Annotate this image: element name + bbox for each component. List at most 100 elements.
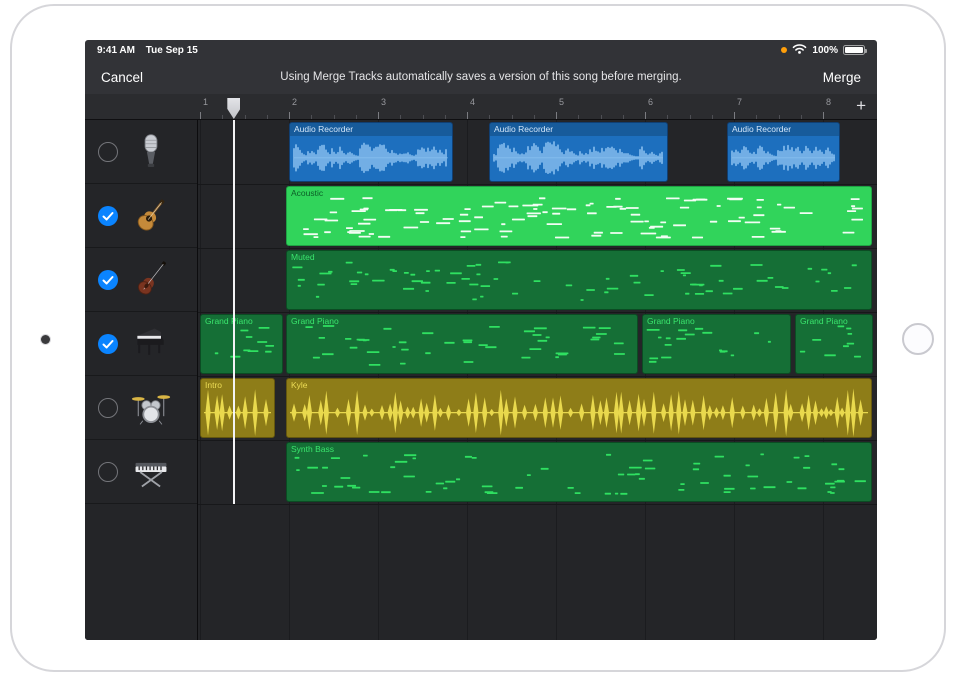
tracks-view: + 12345678 Audio RecorderAudio RecorderA… [85, 94, 877, 640]
status-date: Tue Sep 15 [146, 45, 198, 56]
region-grand-piano[interactable]: Grand Piano [200, 314, 283, 374]
region-label: Muted [291, 252, 315, 262]
measure-number: 2 [292, 97, 297, 107]
ruler-tick [489, 115, 490, 119]
ruler-tick [556, 112, 557, 119]
ruler-tick [779, 115, 780, 119]
waveform-graphic [287, 379, 871, 437]
ruler-tick [667, 115, 668, 119]
drums-icon [129, 386, 173, 430]
measure-number: 3 [381, 97, 386, 107]
track-row-divider [198, 248, 877, 249]
status-time: 9:41 AM Tue Sep 15 [97, 45, 206, 56]
home-button[interactable] [902, 323, 934, 355]
merge-header: Cancel Using Merge Tracks automatically … [85, 60, 877, 94]
merge-button[interactable]: Merge [823, 70, 861, 85]
measure-number: 8 [826, 97, 831, 107]
ruler-tick [245, 115, 246, 119]
ruler-tick [400, 115, 401, 119]
ruler-tick [467, 112, 468, 119]
track-select-checkbox[interactable] [98, 270, 118, 290]
midi-notes-graphic [287, 251, 871, 309]
track-header-keyboard[interactable] [85, 440, 197, 504]
track-header-grand-piano[interactable] [85, 312, 197, 376]
bass-guitar-icon [129, 258, 173, 302]
track-lanes: Audio Recorder Audio Recorder Audio Record… [198, 120, 877, 640]
region-audio-recorder[interactable]: Audio Recorder [727, 122, 840, 182]
measure-number: 1 [203, 97, 208, 107]
region-grand-piano[interactable]: Grand Piano [642, 314, 791, 374]
ruler-tick [801, 115, 802, 119]
ruler-tick [734, 112, 735, 119]
midi-notes-graphic [287, 315, 637, 373]
battery-icon [843, 45, 865, 55]
ruler-tick [690, 115, 691, 119]
region-grand-piano[interactable]: Grand Piano [286, 314, 638, 374]
ruler-tick [601, 115, 602, 119]
region-kyle[interactable]: Kyle [286, 378, 872, 438]
ipad-frame: 9:41 AM Tue Sep 15 100% Cancel Using Mer… [10, 4, 946, 672]
playhead[interactable] [233, 120, 235, 504]
ruler-tick [267, 115, 268, 119]
timeline-ruler[interactable]: + 1 2 3 4 5 6 7 8 [85, 94, 877, 120]
ruler-tick [645, 112, 646, 119]
ruler-tick [378, 112, 379, 119]
region-label: Intro [205, 380, 222, 390]
cancel-button[interactable]: Cancel [101, 70, 143, 85]
track-header-acoustic-guitar[interactable] [85, 184, 197, 248]
acoustic-guitar-icon [129, 194, 173, 238]
region-grand-piano[interactable]: Grand Piano [795, 314, 873, 374]
track-select-checkbox[interactable] [98, 206, 118, 226]
region-audio-recorder[interactable]: Audio Recorder [489, 122, 668, 182]
measure-number: 6 [648, 97, 653, 107]
wifi-icon [792, 43, 807, 57]
track-select-checkbox[interactable] [98, 462, 118, 482]
ruler-tick [311, 115, 312, 119]
status-bar: 9:41 AM Tue Sep 15 100% [85, 40, 877, 60]
keyboard-icon [129, 450, 173, 494]
region-label: Synth Bass [291, 444, 334, 454]
front-camera-icon [41, 335, 50, 344]
ruler-tick [823, 112, 824, 119]
region-muted[interactable]: Muted [286, 250, 872, 310]
measure-number: 5 [559, 97, 564, 107]
region-label: Grand Piano [800, 316, 848, 326]
microphone-in-use-icon [781, 47, 787, 53]
ruler-tick [222, 115, 223, 119]
track-select-checkbox[interactable] [98, 334, 118, 354]
ruler-tick [423, 115, 424, 119]
measure-number: 7 [737, 97, 742, 107]
region-intro[interactable]: Intro [200, 378, 275, 438]
ruler-tick [756, 115, 757, 119]
track-row-divider [198, 184, 877, 185]
microphone-icon [129, 130, 173, 174]
status-icons: 100% [781, 43, 865, 57]
track-select-checkbox[interactable] [98, 398, 118, 418]
region-audio-recorder[interactable]: Audio Recorder [289, 122, 453, 182]
ruler-tick [200, 112, 201, 119]
region-synth-bass[interactable]: Synth Bass [286, 442, 872, 502]
region-label: Audio Recorder [732, 124, 791, 134]
track-header-drums[interactable] [85, 376, 197, 440]
ruler-tick [512, 115, 513, 119]
region-label: Acoustic [291, 188, 323, 198]
track-header-microphone[interactable] [85, 120, 197, 184]
track-row-divider [198, 376, 877, 377]
screen: 9:41 AM Tue Sep 15 100% Cancel Using Mer… [85, 40, 877, 640]
add-track-button[interactable]: + [852, 96, 870, 116]
region-label: Kyle [291, 380, 308, 390]
ruler-tick [712, 115, 713, 119]
track-header-bass-guitar[interactable] [85, 248, 197, 312]
track-row-divider [198, 440, 877, 441]
region-label: Audio Recorder [294, 124, 353, 134]
track-header-column [85, 120, 198, 640]
ruler-tick [289, 112, 290, 119]
track-row-divider [198, 504, 877, 505]
region-acoustic[interactable]: Acoustic [286, 186, 872, 246]
region-label: Audio Recorder [494, 124, 553, 134]
measure-number: 4 [470, 97, 475, 107]
merge-message: Using Merge Tracks automatically saves a… [145, 71, 817, 83]
battery-percent: 100% [812, 45, 838, 56]
region-label: Grand Piano [291, 316, 339, 326]
track-select-checkbox[interactable] [98, 142, 118, 162]
